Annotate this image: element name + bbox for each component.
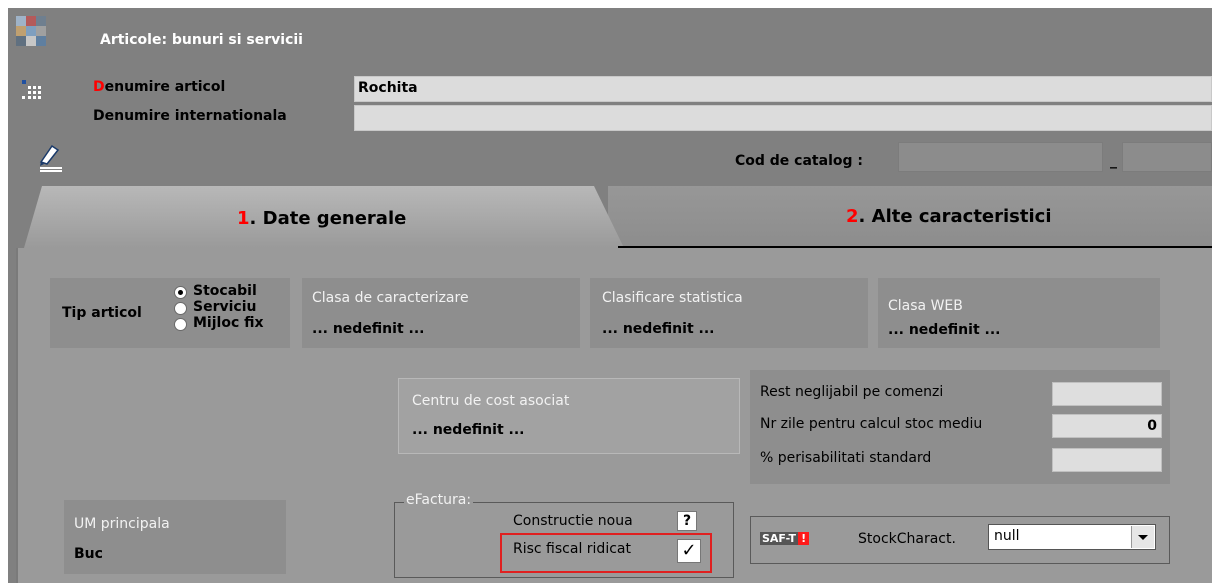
stockcharact-label: StockCharact. bbox=[858, 531, 956, 547]
app-window: Articole: bunuri si servicii Denumire ar… bbox=[8, 8, 1212, 583]
grid-icon[interactable] bbox=[20, 78, 44, 102]
app-logo-icon bbox=[16, 16, 46, 46]
risc-fiscal-checkbox[interactable]: ✓ bbox=[677, 539, 701, 563]
cod-catalog-separator: _ bbox=[1110, 153, 1117, 169]
option-mijloc-fix: Mijloc fix bbox=[193, 315, 264, 331]
centru-cost-panel[interactable]: Centru de cost asociat ... nedefinit ... bbox=[398, 378, 740, 454]
tab-date-label: 1. Date generale bbox=[237, 208, 406, 229]
centru-cost-value: ... nedefinit ... bbox=[412, 422, 525, 438]
cod-catalog-field-1[interactable] bbox=[898, 142, 1103, 172]
title-bar: Articole: bunuri si servicii bbox=[8, 8, 1212, 68]
option-serviciu: Serviciu bbox=[193, 299, 257, 315]
radio-serviciu[interactable] bbox=[174, 302, 187, 315]
denumire-first-letter: D bbox=[93, 79, 105, 95]
perisabilitati-label: % perisabilitati standard bbox=[760, 450, 932, 466]
constructie-noua-label: Constructie noua bbox=[513, 513, 633, 529]
centru-cost-label: Centru de cost asociat bbox=[412, 393, 570, 409]
constructie-noua-toggle[interactable]: ? bbox=[677, 511, 697, 531]
um-principala-panel[interactable]: UM principala Buc bbox=[64, 500, 286, 574]
tab-2-text: . Alte caracteristici bbox=[858, 206, 1052, 227]
denumire-articol-label: Denumire articol bbox=[93, 79, 225, 95]
tab-2-number: 2 bbox=[846, 206, 859, 227]
clasificare-statistica-label: Clasificare statistica bbox=[602, 290, 743, 306]
denumire-articol-value: Rochita bbox=[358, 80, 418, 96]
tab-1-text: . Date generale bbox=[249, 208, 407, 229]
clasa-web-panel[interactable]: Clasa WEB ... nedefinit ... bbox=[878, 278, 1160, 348]
stockcharact-value: null bbox=[994, 528, 1020, 544]
denumire-articol-field[interactable]: Rochita bbox=[354, 76, 1212, 102]
stockcharact-select[interactable]: null bbox=[988, 524, 1156, 550]
tip-articol-label: Tip articol bbox=[62, 305, 142, 321]
clasa-web-value: ... nedefinit ... bbox=[888, 322, 1001, 338]
saft-badge: SAF-T! bbox=[760, 530, 810, 546]
tab-1-number: 1 bbox=[237, 208, 250, 229]
stock-params-panel: Rest neglijabil pe comenzi Nr zile pentr… bbox=[750, 370, 1170, 484]
risc-fiscal-label: Risc fiscal ridicat bbox=[513, 541, 631, 557]
tab-date-generale[interactable]: 1. Date generale bbox=[24, 186, 624, 248]
sign-pen-icon[interactable] bbox=[38, 142, 64, 172]
perisabilitati-field[interactable] bbox=[1052, 448, 1162, 472]
clasa-caracterizare-label: Clasa de caracterizare bbox=[312, 290, 469, 306]
alert-icon: ! bbox=[798, 532, 810, 545]
cod-catalog-field-2[interactable] bbox=[1122, 142, 1212, 172]
tip-articol-panel: Tip articol Stocabil Serviciu Mijloc fix bbox=[50, 278, 290, 348]
radio-stocabil[interactable] bbox=[174, 286, 187, 299]
nr-zile-field[interactable]: 0 bbox=[1052, 414, 1162, 438]
denumire-internationala-value bbox=[355, 106, 1211, 112]
efactura-legend: eFactura: bbox=[404, 492, 474, 508]
window-title: Articole: bunuri si servicii bbox=[100, 32, 303, 48]
um-principala-value: Buc bbox=[74, 546, 103, 562]
saft-badge-text: SAF-T bbox=[760, 532, 799, 545]
rest-neglijabil-field[interactable] bbox=[1052, 382, 1162, 406]
chevron-down-icon bbox=[1138, 535, 1148, 540]
cod-catalog-label: Cod de catalog : bbox=[735, 153, 863, 169]
denumire-rest: enumire articol bbox=[104, 79, 226, 95]
clasificare-statistica-value: ... nedefinit ... bbox=[602, 321, 715, 337]
um-principala-label: UM principala bbox=[74, 516, 170, 532]
option-stocabil: Stocabil bbox=[193, 283, 257, 299]
denumire-internationala-field[interactable] bbox=[354, 105, 1212, 131]
clasificare-statistica-panel[interactable]: Clasificare statistica ... nedefinit ... bbox=[590, 278, 868, 348]
radio-mijloc-fix[interactable] bbox=[174, 318, 187, 331]
denumire-internationala-label: Denumire internationala bbox=[93, 108, 287, 124]
clasa-caracterizare-panel[interactable]: Clasa de caracterizare ... nedefinit ... bbox=[302, 278, 580, 348]
nr-zile-value: 0 bbox=[1147, 418, 1157, 434]
clasa-web-label: Clasa WEB bbox=[888, 298, 963, 314]
tab-alte-caracteristici[interactable]: 2. Alte caracteristici bbox=[608, 186, 1212, 246]
tab-alte-label: 2. Alte caracteristici bbox=[846, 206, 1052, 227]
nr-zile-label: Nr zile pentru calcul stoc mediu bbox=[760, 416, 983, 432]
dropdown-button[interactable] bbox=[1131, 526, 1154, 548]
clasa-caracterizare-value: ... nedefinit ... bbox=[312, 321, 425, 337]
rest-neglijabil-label: Rest neglijabil pe comenzi bbox=[760, 384, 944, 400]
